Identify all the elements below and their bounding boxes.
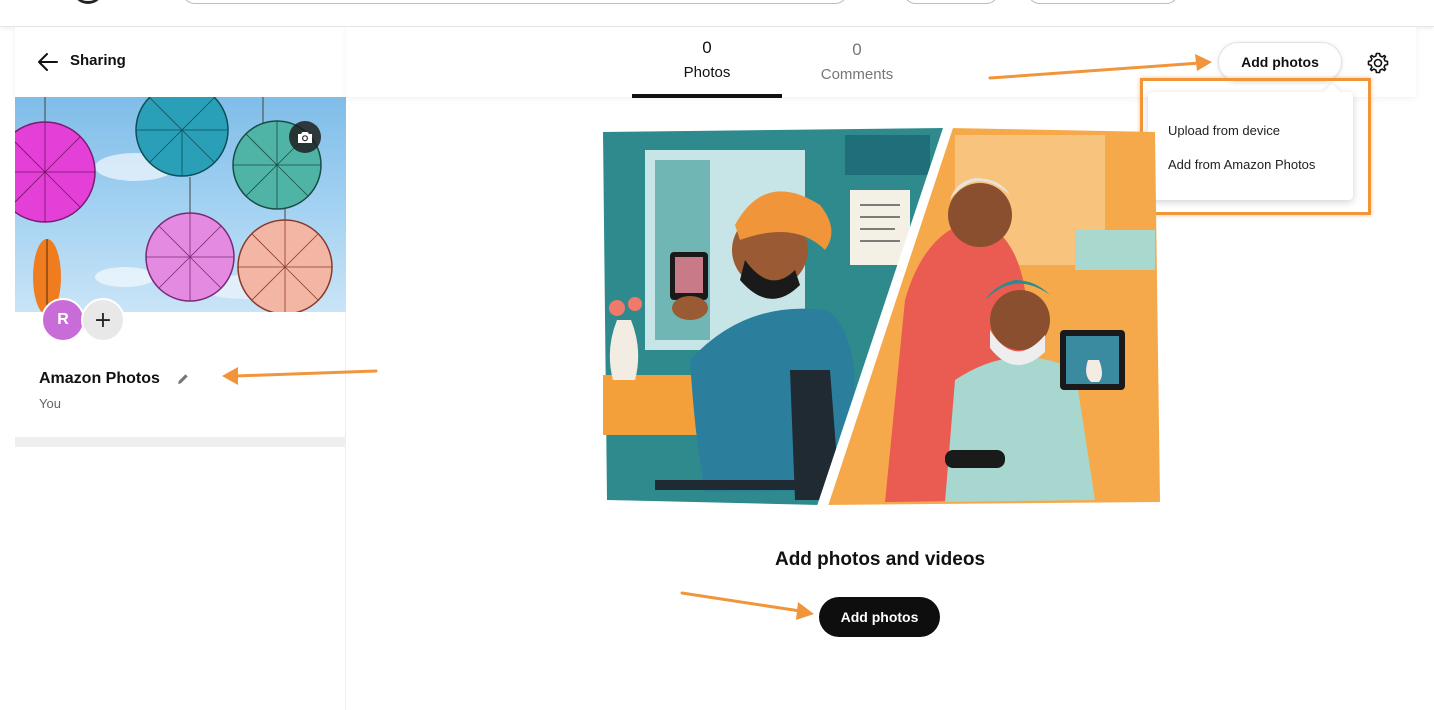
album-cover-image [15,97,346,312]
top-app-bar [0,0,1434,27]
app-logo-icon[interactable] [72,0,104,4]
tab-photos[interactable]: 0 Photos [632,38,782,81]
add-member-button[interactable]: + [81,298,125,342]
menu-item-add-from-amazon-photos[interactable]: Add from Amazon Photos [1168,157,1315,172]
section-divider [15,437,346,447]
search-input[interactable] [182,0,848,4]
active-tab-indicator [632,94,782,98]
arrow-left-icon[interactable] [37,52,59,72]
add-photos-primary-button[interactable]: Add photos [819,597,940,637]
pencil-icon[interactable] [176,372,190,386]
sidebar-header: Sharing [15,27,346,97]
avatar[interactable]: R [41,298,85,342]
page-title: Sharing [70,52,126,69]
add-photos-menu: Upload from device Add from Amazon Photo… [1148,92,1353,200]
album-sidebar: Sharing R + Amazon Photos You [15,27,346,710]
menu-item-upload-from-device[interactable]: Upload from device [1168,123,1280,138]
photos-count: 0 [702,38,712,57]
top-nav-button[interactable] [1027,0,1179,4]
tab-comments[interactable]: 0 Comments [782,40,932,83]
change-cover-button[interactable] [289,121,321,153]
album-owner: You [39,396,61,411]
album-name: Amazon Photos [39,370,160,387]
empty-state-title: Add photos and videos [774,549,986,570]
empty-state-illustration [603,128,1160,506]
comments-count: 0 [852,40,862,59]
tab-label: Photos [683,64,731,81]
tab-label: Comments [820,66,894,83]
top-nav-button[interactable] [903,0,999,4]
add-photos-button[interactable]: Add photos [1218,42,1342,82]
plus-icon: + [93,307,113,333]
camera-icon [298,132,312,143]
gear-icon[interactable] [1366,51,1390,75]
